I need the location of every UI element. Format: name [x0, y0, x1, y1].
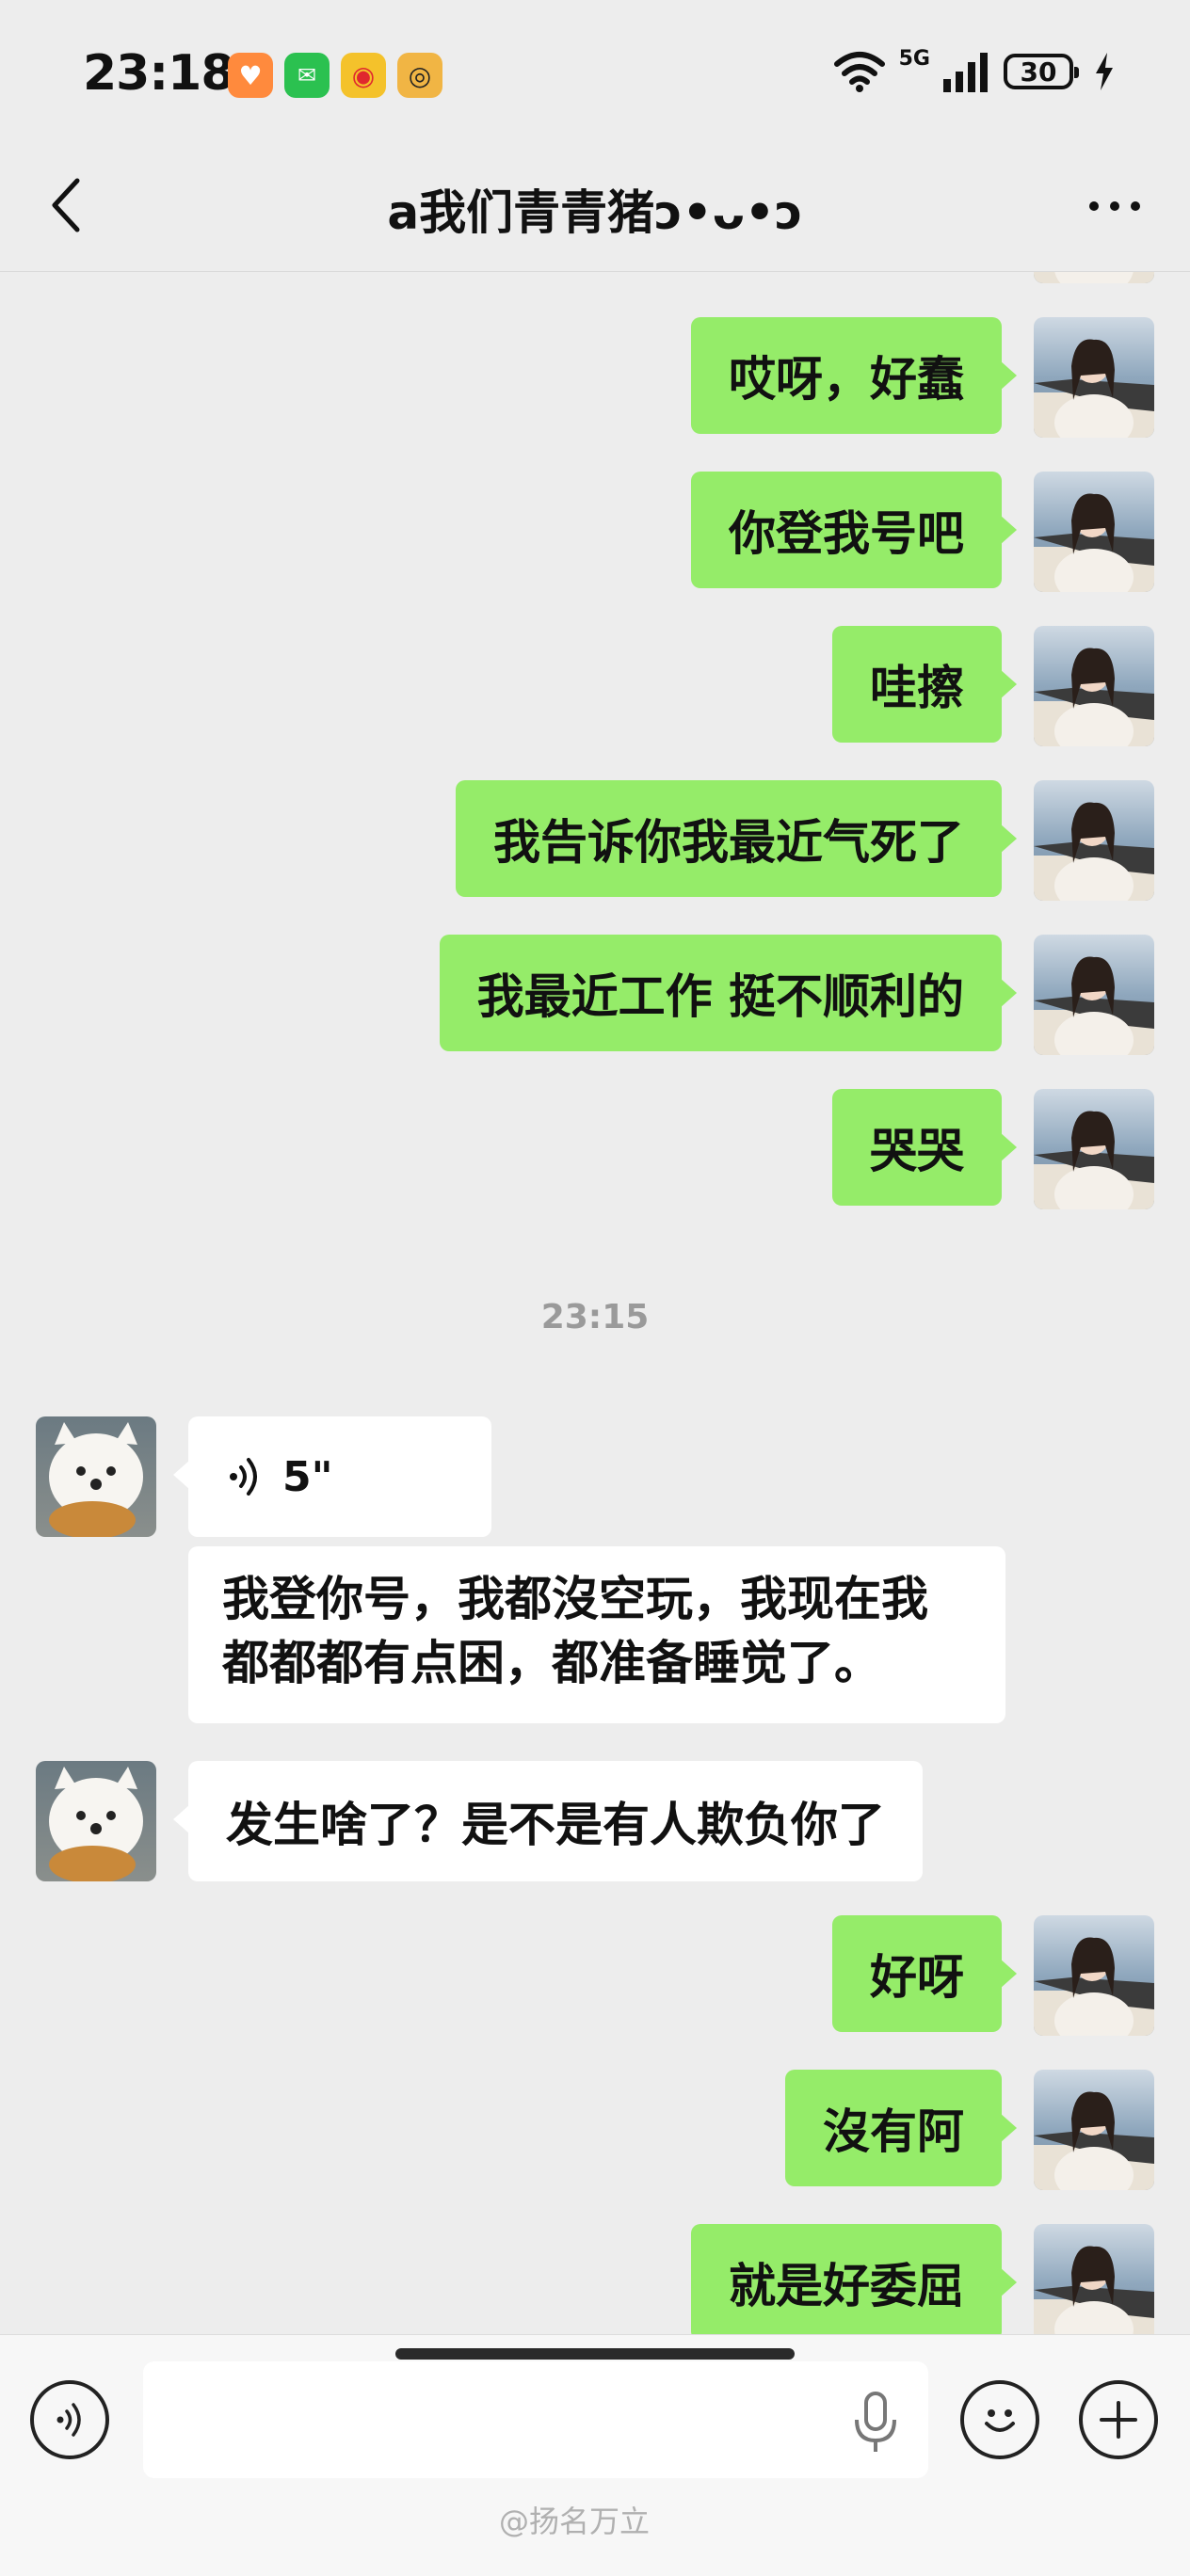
- my-message-bubble[interactable]: 好呀: [832, 1915, 1017, 2032]
- home-indicator[interactable]: [395, 2348, 795, 2360]
- friend-message-bubble[interactable]: 我登你号，我都沒空玩，我现在我都都都有点困，都准备睡觉了。: [188, 1546, 1005, 1723]
- my-message-bubble[interactable]: 哭哭: [832, 1089, 1017, 1206]
- microphone-icon[interactable]: [847, 2390, 904, 2456]
- my-message-bubble[interactable]: 哎呀，好蠢: [691, 317, 1017, 434]
- my-message-bubble[interactable]: 你登我号吧: [691, 472, 1017, 588]
- more-dot: [1131, 201, 1140, 211]
- plus-icon: [1100, 2401, 1137, 2439]
- status-time: 23:18: [83, 45, 235, 102]
- chat-title: a我们青青猪ↄ•ᴗ•ↄ: [387, 185, 803, 240]
- my-message-bubble[interactable]: 沒有阿: [785, 2070, 1017, 2186]
- message-text: 哇擦: [870, 661, 964, 715]
- emoji-button[interactable]: [960, 2380, 1039, 2459]
- watermark: @扬名万立: [499, 2504, 651, 2539]
- voice-wave-icon: [56, 2403, 81, 2437]
- timestamp-divider: 23:15: [540, 1298, 650, 1336]
- my-avatar[interactable]: [1034, 317, 1154, 438]
- network-type: 5G: [898, 46, 930, 71]
- weibo-icon: ◉: [341, 53, 386, 98]
- voice-wave-icon: [230, 1458, 257, 1496]
- status-bar: 23:18 ♥ ✉ ◉ ◎ 5G 30: [0, 0, 1190, 141]
- my-avatar[interactable]: [1034, 472, 1154, 592]
- more-button[interactable]: [1077, 173, 1152, 239]
- status-indicators: 5G 30: [833, 47, 1115, 92]
- battery-level: 30: [1020, 56, 1057, 88]
- my-message-bubble[interactable]: 就是好委屈: [691, 2224, 1017, 2334]
- my-avatar[interactable]: [1034, 780, 1154, 901]
- message-list[interactable]: 哎呀，好蠢 你登我号吧 哇擦 我告诉你我最近气死了 我最近工作 挺不顺利的 哭哭…: [0, 272, 1190, 2334]
- my-avatar[interactable]: [1034, 1915, 1154, 2036]
- message-text: 你登我号吧: [729, 506, 964, 561]
- message-text: 就是好委屈: [729, 2259, 964, 2313]
- wechat-icon: ✉: [284, 53, 330, 98]
- my-message-bubble[interactable]: 我告诉你我最近气死了: [456, 780, 1017, 897]
- more-actions-button[interactable]: [1079, 2380, 1158, 2459]
- voice-input-button[interactable]: [30, 2380, 109, 2459]
- my-message-bubble[interactable]: 哇擦: [832, 626, 1017, 743]
- more-dots-icon: [1089, 201, 1099, 211]
- chat-header: a我们青青猪ↄ•ᴗ•ↄ: [0, 141, 1190, 272]
- friend-message-bubble[interactable]: 发生啥了？是不是有人欺负你了: [173, 1761, 923, 1881]
- smiley-icon: [985, 2409, 1015, 2432]
- voice-message-bubble[interactable]: 5": [173, 1416, 491, 1537]
- my-message-bubble[interactable]: 我最近工作 挺不顺利的: [439, 935, 1018, 1051]
- charging-icon: [1096, 53, 1113, 90]
- heart-app-icon: ♥: [228, 53, 273, 98]
- signal-icon: [943, 53, 988, 92]
- message-text: 我告诉你我最近气死了: [493, 815, 964, 870]
- my-avatar[interactable]: [1034, 2224, 1154, 2334]
- my-avatar[interactable]: [1034, 935, 1154, 1055]
- message-text: 哭哭: [870, 1124, 964, 1178]
- more-dot: [1110, 201, 1119, 211]
- message-text: 我登你号，我都沒空玩，我现在我都都都有点困，都准备睡觉了。: [222, 1572, 928, 1690]
- voice-duration: 5": [282, 1452, 333, 1501]
- friend-avatar[interactable]: [36, 1416, 156, 1537]
- message-text: 我最近工作 挺不顺利的: [476, 969, 964, 1024]
- message-input[interactable]: [143, 2361, 928, 2478]
- wifi-icon: [833, 52, 885, 92]
- my-avatar[interactable]: [1034, 1089, 1154, 1209]
- friend-avatar[interactable]: [36, 1761, 156, 1881]
- message-text: 发生啥了？是不是有人欺负你了: [226, 1798, 885, 1852]
- my-avatar[interactable]: [1034, 272, 1154, 283]
- my-avatar[interactable]: [1034, 626, 1154, 746]
- my-avatar[interactable]: [1034, 2070, 1154, 2190]
- app-target-icon: ◎: [397, 53, 442, 98]
- message-text: 沒有阿: [823, 2104, 964, 2159]
- battery-icon: 30: [1004, 54, 1079, 89]
- message-text: 哎呀，好蠢: [729, 352, 964, 407]
- message-text: 好呀: [870, 1950, 964, 2005]
